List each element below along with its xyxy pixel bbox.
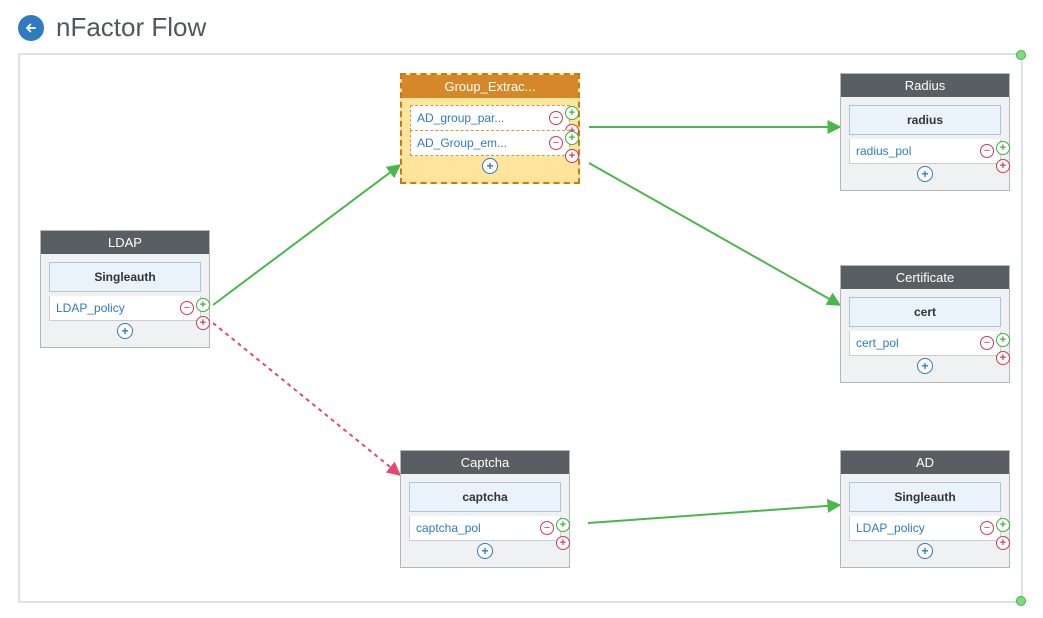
policy-row[interactable]: LDAP_policy − + + <box>49 296 201 321</box>
remove-policy-button[interactable]: − <box>549 111 563 125</box>
add-policy-button[interactable]: + <box>917 166 933 182</box>
remove-policy-button[interactable]: − <box>180 301 194 315</box>
next-factor-success-port[interactable]: + <box>996 333 1010 347</box>
remove-policy-button[interactable]: − <box>980 336 994 350</box>
flow-canvas[interactable]: LDAP Singleauth LDAP_policy − + + + Grou… <box>18 53 1023 603</box>
add-policy-button[interactable]: + <box>917 358 933 374</box>
next-factor-success-port[interactable]: + <box>996 141 1010 155</box>
next-factor-fail-port[interactable]: + <box>565 149 579 163</box>
node-radius[interactable]: Radius radius radius_pol − + + + <box>840 73 1010 191</box>
page-title: nFactor Flow <box>56 12 206 43</box>
node-captcha[interactable]: Captcha captcha captcha_pol − + + + <box>400 450 570 568</box>
arrow-left-icon <box>24 21 38 35</box>
next-factor-success-port[interactable]: + <box>565 106 579 120</box>
policy-link[interactable]: LDAP_policy <box>56 301 125 315</box>
node-group-extract[interactable]: Group_Extrac... AD_group_par... − + + AD… <box>400 73 580 184</box>
policy-row[interactable]: AD_group_par... − + + <box>410 105 570 131</box>
add-policy-button[interactable]: + <box>482 158 498 174</box>
node-title: Captcha <box>401 451 569 474</box>
node-title: LDAP <box>41 231 209 254</box>
node-body: captcha captcha_pol − + + + <box>401 474 569 561</box>
login-schema[interactable]: Singleauth <box>49 262 201 292</box>
next-factor-fail-port[interactable]: + <box>196 316 210 330</box>
canvas-handle-se[interactable] <box>1016 596 1026 606</box>
node-title: Radius <box>841 74 1009 97</box>
policy-row[interactable]: captcha_pol − + + <box>409 516 561 541</box>
policy-row[interactable]: LDAP_policy − + + <box>849 516 1001 541</box>
next-factor-fail-port[interactable]: + <box>556 536 570 550</box>
node-body: radius radius_pol − + + + <box>841 97 1009 184</box>
login-schema[interactable]: radius <box>849 105 1001 135</box>
policy-link[interactable]: radius_pol <box>856 144 911 158</box>
remove-policy-button[interactable]: − <box>980 521 994 535</box>
add-policy-button[interactable]: + <box>477 543 493 559</box>
node-body: cert cert_pol − + + + <box>841 289 1009 376</box>
next-factor-success-port[interactable]: + <box>565 131 579 145</box>
policy-row[interactable]: AD_Group_em... − + + <box>410 130 570 156</box>
policy-row[interactable]: radius_pol − + + <box>849 139 1001 164</box>
next-factor-success-port[interactable]: + <box>556 518 570 532</box>
remove-policy-button[interactable]: − <box>540 521 554 535</box>
node-title: Group_Extrac... <box>402 75 578 98</box>
policy-row[interactable]: cert_pol − + + <box>849 331 1001 356</box>
node-body: Singleauth LDAP_policy − + + + <box>41 254 209 341</box>
node-ad[interactable]: AD Singleauth LDAP_policy − + + + <box>840 450 1010 568</box>
node-title: Certificate <box>841 266 1009 289</box>
next-factor-success-port[interactable]: + <box>996 518 1010 532</box>
add-policy-button[interactable]: + <box>117 323 133 339</box>
remove-policy-button[interactable]: − <box>549 136 563 150</box>
node-ldap[interactable]: LDAP Singleauth LDAP_policy − + + + <box>40 230 210 348</box>
node-title: AD <box>841 451 1009 474</box>
back-button[interactable] <box>18 15 44 41</box>
node-certificate[interactable]: Certificate cert cert_pol − + + + <box>840 265 1010 383</box>
next-factor-fail-port[interactable]: + <box>996 159 1010 173</box>
next-factor-success-port[interactable]: + <box>196 298 210 312</box>
page-header: nFactor Flow <box>18 12 1025 43</box>
policy-link[interactable]: cert_pol <box>856 336 899 350</box>
login-schema[interactable]: cert <box>849 297 1001 327</box>
node-body: AD_group_par... − + + AD_Group_em... − +… <box>402 98 578 176</box>
policy-link[interactable]: captcha_pol <box>416 521 481 535</box>
policy-link[interactable]: AD_Group_em... <box>417 136 507 150</box>
canvas-handle-ne[interactable] <box>1016 50 1026 60</box>
login-schema[interactable]: Singleauth <box>849 482 1001 512</box>
node-body: Singleauth LDAP_policy − + + + <box>841 474 1009 561</box>
policy-link[interactable]: LDAP_policy <box>856 521 925 535</box>
next-factor-fail-port[interactable]: + <box>996 351 1010 365</box>
login-schema[interactable]: captcha <box>409 482 561 512</box>
remove-policy-button[interactable]: − <box>980 144 994 158</box>
next-factor-fail-port[interactable]: + <box>996 536 1010 550</box>
policy-link[interactable]: AD_group_par... <box>417 111 504 125</box>
add-policy-button[interactable]: + <box>917 543 933 559</box>
